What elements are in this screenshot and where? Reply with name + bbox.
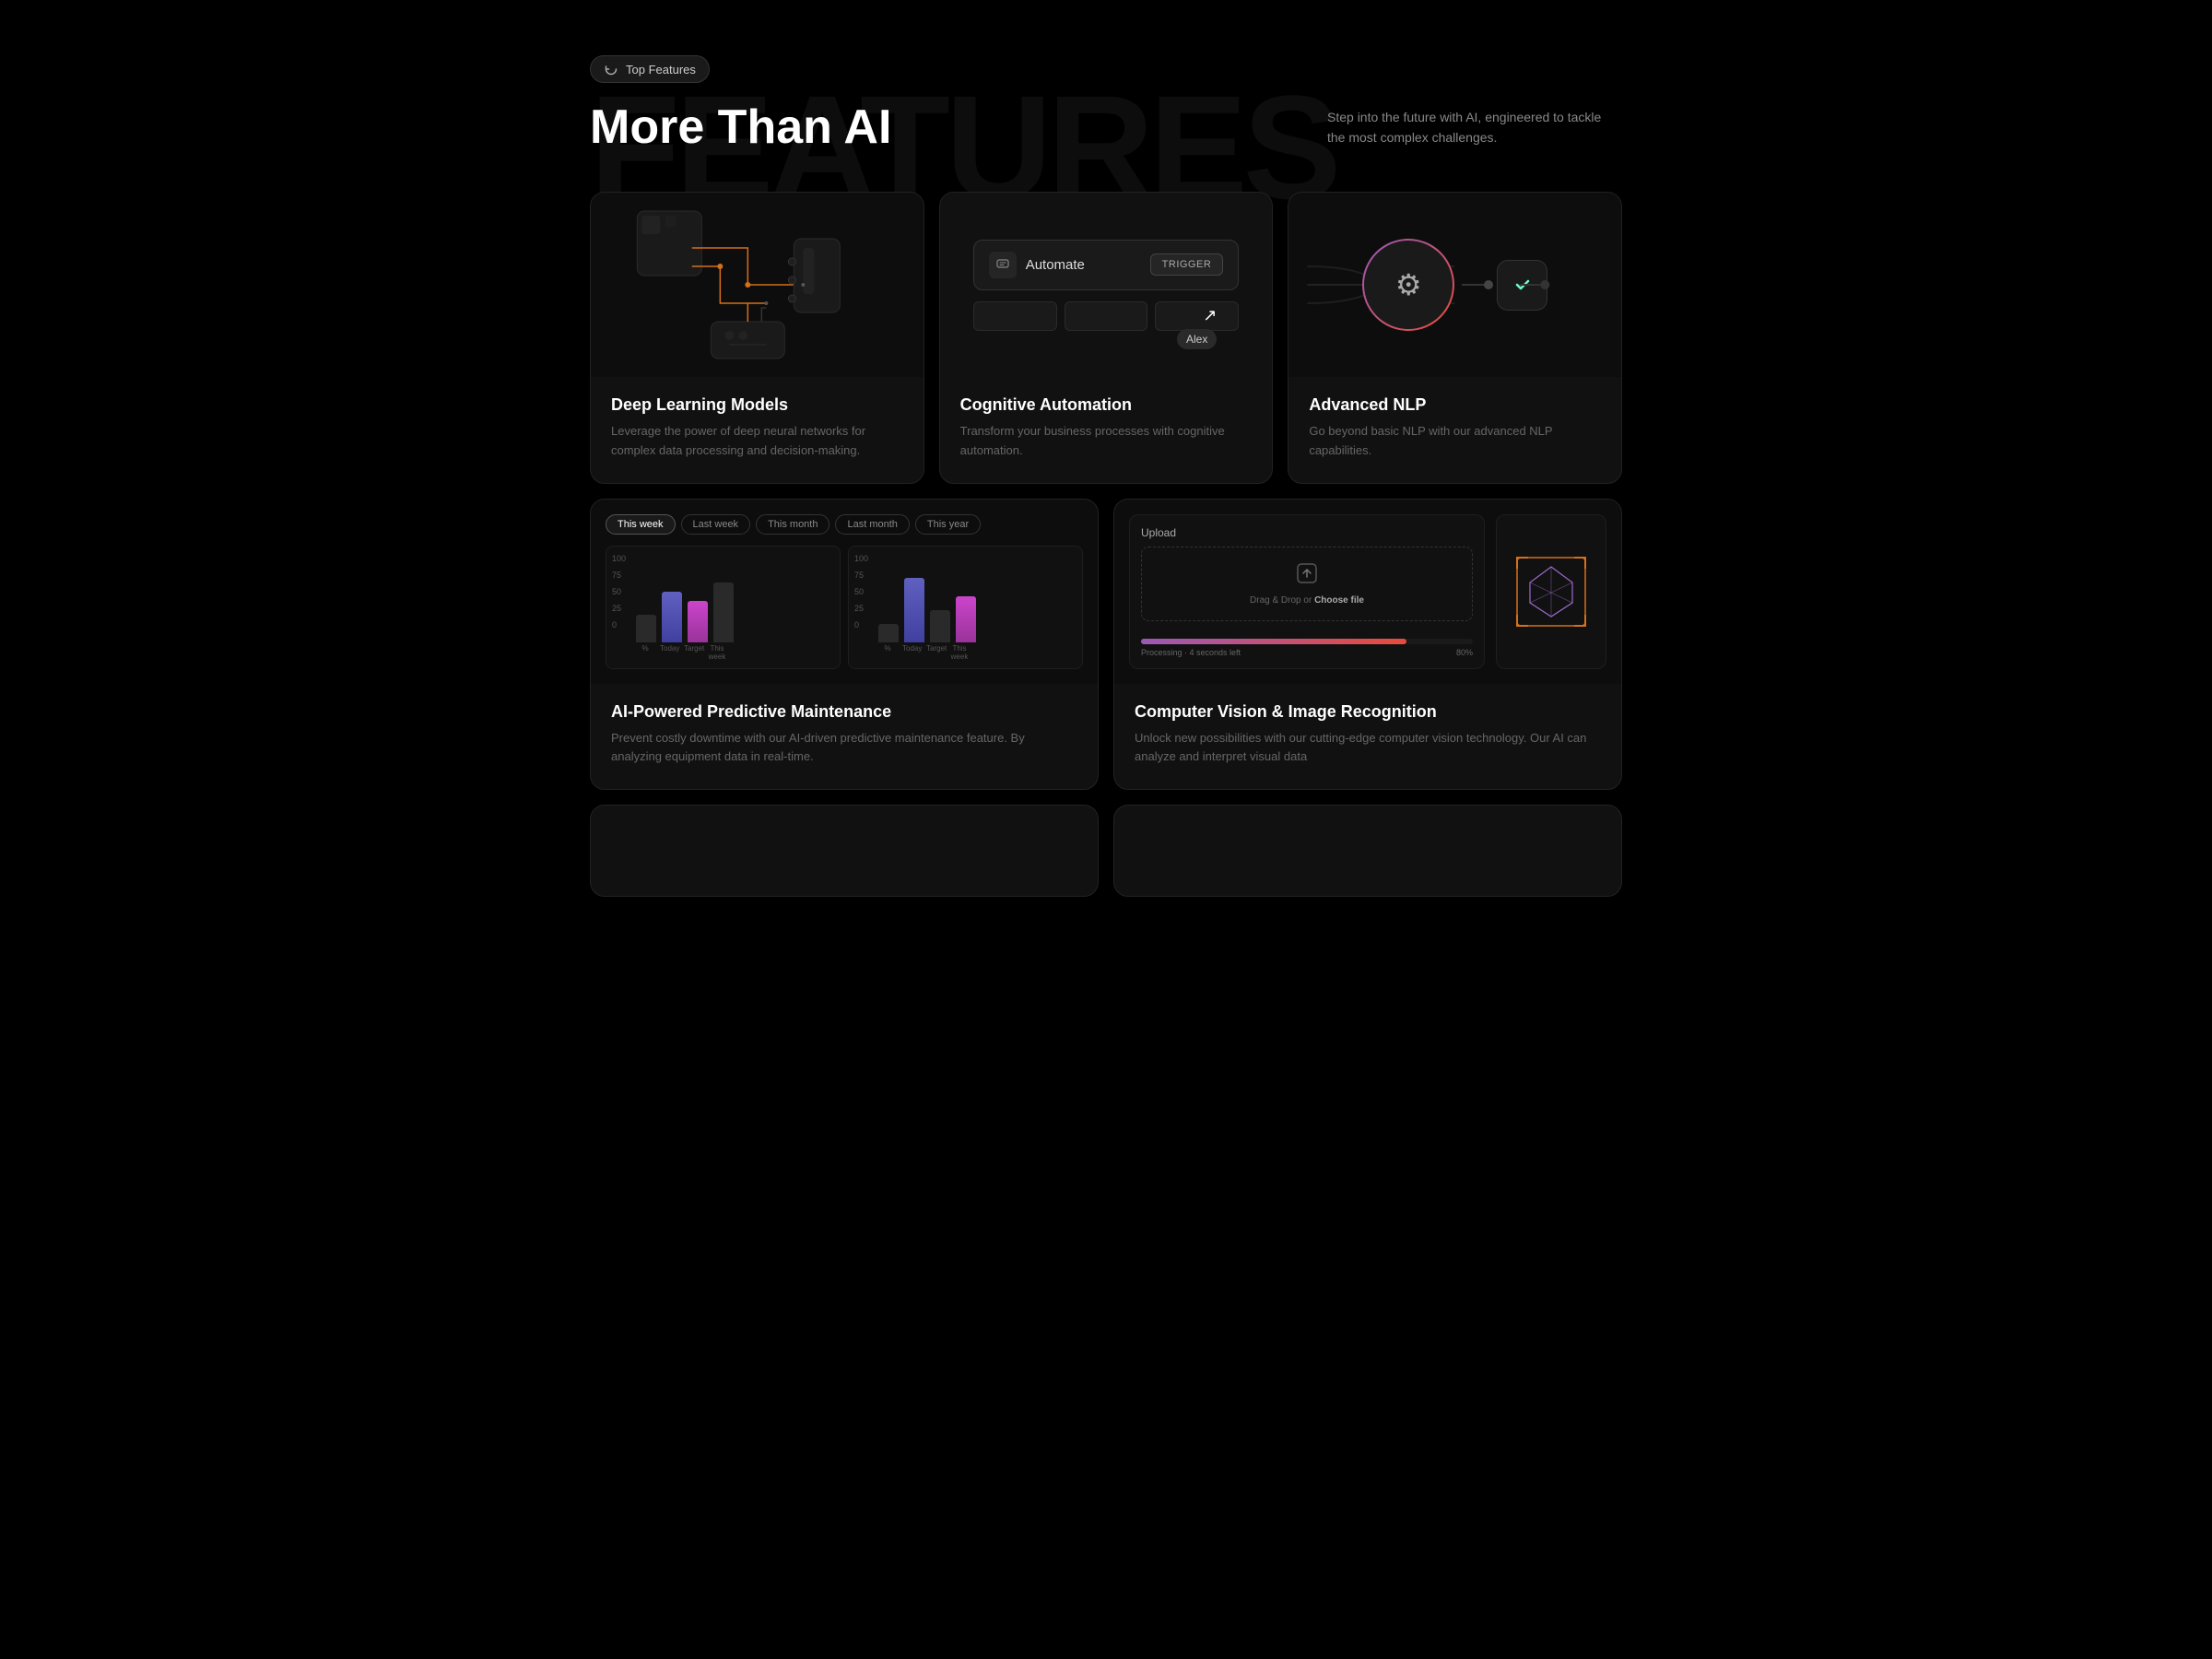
x-label-target: Target: [684, 644, 702, 661]
cursor-arrow-icon: ↗: [1203, 306, 1217, 325]
card-title-cv: Computer Vision & Image Recognition: [1135, 702, 1601, 722]
badge-label: Top Features: [626, 63, 696, 76]
cv-visual: Upload Drag & Drop or Choose file: [1114, 500, 1621, 684]
progress-pct: 80%: [1456, 648, 1473, 657]
cursor-indicator: ↗ Alex: [1177, 306, 1217, 349]
card-desc-pred: Prevent costly downtime with our AI-driv…: [611, 729, 1077, 768]
main-heading: More Than AI: [590, 100, 891, 155]
stub-card-1: [590, 805, 1099, 897]
bar-r4: [956, 596, 976, 642]
progress-bar: [1141, 639, 1473, 644]
drop-zone[interactable]: Drag & Drop or Choose file: [1141, 547, 1473, 621]
chart-tabs[interactable]: This week Last week This month Last mont…: [606, 514, 1083, 535]
x-label-week: This week: [708, 644, 726, 661]
card-title-pred: AI-Powered Predictive Maintenance: [611, 702, 1077, 722]
card-predictive-maintenance: This week Last week This month Last mont…: [590, 499, 1099, 791]
card-deep-learning: Deep Learning Models Leverage the power …: [590, 192, 924, 484]
x-label-week-r: This week: [950, 644, 969, 661]
tab-last-month[interactable]: Last month: [835, 514, 909, 535]
choose-file-link[interactable]: Choose file: [1314, 595, 1364, 606]
chart-left: 1007550250 % Today Target This w: [606, 546, 841, 669]
card-desc-cog: Transform your business processes with c…: [960, 422, 1253, 461]
card-title-cog: Cognitive Automation: [960, 395, 1253, 415]
y-labels-right: 1007550250: [854, 554, 868, 629]
chart-right: 1007550250 % Today Target This w: [848, 546, 1083, 669]
progress-labels: Processing · 4 seconds left 80%: [1141, 648, 1473, 657]
nlp-connector: [1462, 284, 1489, 286]
bar-r1: [878, 624, 899, 642]
upload-icon: [1296, 562, 1318, 590]
cv-content: Computer Vision & Image Recognition Unlo…: [1114, 684, 1621, 790]
bar-4: [713, 582, 734, 642]
tab-this-week[interactable]: This week: [606, 514, 676, 535]
trigger-button[interactable]: TRIGGER: [1150, 253, 1224, 276]
drop-text: Drag & Drop or Choose file: [1250, 595, 1364, 606]
automate-bar: Automate TRIGGER: [973, 240, 1240, 290]
card-cognitive-automation: Automate TRIGGER ↗ Alex Cognitive Automa…: [939, 192, 1274, 484]
x-label-today-r: Today: [902, 644, 921, 661]
upload-title: Upload: [1141, 526, 1473, 539]
refresh-icon: [604, 62, 618, 76]
card-desc-nlp: Go beyond basic NLP with our advanced NL…: [1309, 422, 1601, 461]
gear-icon: ⚙: [1395, 267, 1422, 302]
nlp-circle: ⚙: [1362, 239, 1454, 331]
cv-image-box: [1496, 514, 1606, 669]
tab-this-year[interactable]: This year: [915, 514, 981, 535]
x-labels-right: % Today Target This week: [856, 644, 1075, 661]
x-labels-left: % Today Target This week: [614, 644, 832, 661]
cognitive-content: Cognitive Automation Transform your busi…: [940, 377, 1273, 483]
x-label-today: Today: [660, 644, 678, 661]
cognitive-visual: Automate TRIGGER ↗ Alex: [940, 193, 1273, 377]
bar-3: [688, 601, 708, 642]
footer-cards-grid: [590, 805, 1622, 897]
cursor-name-label: Alex: [1177, 329, 1217, 349]
mini-bar-1: [973, 301, 1057, 331]
y-labels-left: 1007550250: [612, 554, 626, 629]
hero-area: FEATURES More Than AI Step into the futu…: [590, 100, 1622, 155]
progress-text: Processing · 4 seconds left: [1141, 648, 1241, 657]
bottom-cards-grid: This week Last week This month Last mont…: [590, 499, 1622, 791]
x-label-pct-r: %: [878, 644, 897, 661]
bar-2: [662, 592, 682, 642]
nlp-content: Advanced NLP Go beyond basic NLP with ou…: [1288, 377, 1621, 483]
upload-box: Upload Drag & Drop or Choose file: [1129, 514, 1485, 669]
predictive-content: AI-Powered Predictive Maintenance Preven…: [591, 684, 1098, 790]
x-label-target-r: Target: [926, 644, 945, 661]
automate-icon: [989, 252, 1017, 278]
mini-bar-2: [1065, 301, 1148, 331]
automate-label: Automate: [1026, 257, 1141, 273]
top-features-badge[interactable]: Top Features: [590, 55, 710, 83]
charts-row: 1007550250 % Today Target This w: [606, 546, 1083, 669]
top-cards-grid: Deep Learning Models Leverage the power …: [590, 192, 1622, 484]
card-desc-dl: Leverage the power of deep neural networ…: [611, 422, 903, 461]
x-label-pct: %: [636, 644, 654, 661]
predictive-visual: This week Last week This month Last mont…: [591, 500, 1098, 684]
card-advanced-nlp: ⚙ Advanced NLP Go beyond basic NLP with …: [1288, 192, 1622, 484]
bar-r2: [904, 578, 924, 642]
stub-card-2: [1113, 805, 1622, 897]
hero-description: Step into the future with AI, engineered…: [1327, 100, 1622, 148]
tab-last-week[interactable]: Last week: [681, 514, 751, 535]
bar-1: [636, 615, 656, 642]
deep-learning-content: Deep Learning Models Leverage the power …: [591, 377, 924, 483]
card-title-dl: Deep Learning Models: [611, 395, 903, 415]
nlp-visual: ⚙: [1288, 193, 1621, 377]
deep-learning-visual: [591, 193, 924, 377]
card-desc-cv: Unlock new possibilities with our cuttin…: [1135, 729, 1601, 768]
card-title-nlp: Advanced NLP: [1309, 395, 1601, 415]
card-computer-vision: Upload Drag & Drop or Choose file: [1113, 499, 1622, 791]
tab-this-month[interactable]: This month: [756, 514, 830, 535]
bar-r3: [930, 610, 950, 642]
progress-fill: [1141, 639, 1406, 644]
